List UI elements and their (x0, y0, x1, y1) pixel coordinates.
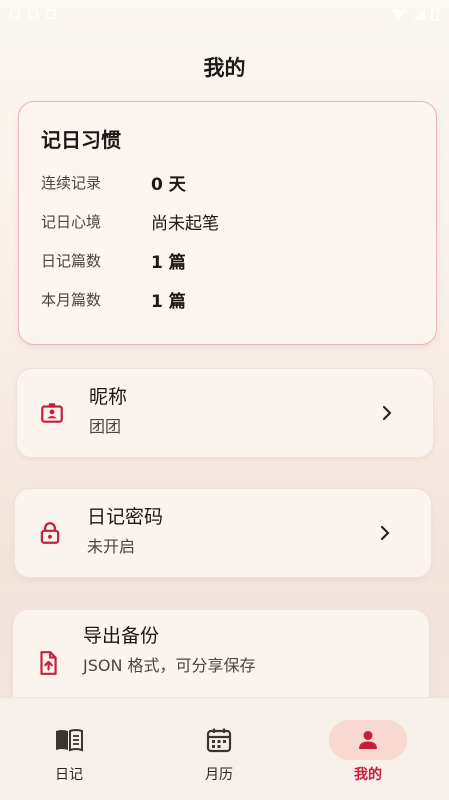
nickname-item[interactable]: 昵称 团团 (16, 368, 434, 458)
nav-tab-calendar[interactable]: 月历 (144, 698, 294, 800)
wifi-icon (391, 8, 407, 20)
stat-value: 1 篇 (151, 253, 186, 273)
stat-label: 本月篇数 (41, 291, 102, 309)
nav-icon-wrap (180, 720, 258, 760)
stat-row-total: 日记篇数 1 篇 (41, 248, 186, 273)
stat-label: 日记篇数 (41, 252, 102, 270)
nav-icon-wrap (329, 720, 407, 760)
nav-label: 日记 (55, 767, 83, 783)
notification-icon (46, 9, 56, 19)
chevron-right-icon (380, 525, 390, 541)
id-badge-icon (41, 403, 63, 423)
password-status: 未开启 (87, 537, 136, 556)
notification-icon (28, 9, 38, 19)
nav-tab-profile[interactable]: 我的 (293, 698, 443, 800)
password-text: 日记密码 未开启 (87, 505, 163, 557)
export-backup-item[interactable]: 导出备份 JSON 格式，可分享保存 (12, 609, 430, 709)
status-right (391, 7, 439, 21)
stat-label: 连续记录 (41, 174, 102, 192)
nav-tab-diary[interactable]: 日记 (0, 698, 144, 800)
book-icon (56, 729, 83, 752)
diary-password-item[interactable]: 日记密码 未开启 (14, 488, 432, 578)
stat-label: 记日心境 (41, 213, 102, 231)
stat-row-mood: 记日心境 尚未起笔 (41, 209, 219, 234)
password-title: 日记密码 (87, 506, 164, 528)
nav-icon-wrap (30, 720, 108, 760)
chevron-right-icon (382, 405, 392, 421)
nav-label: 月历 (205, 767, 233, 783)
person-icon (359, 731, 377, 749)
stat-value: 1 篇 (151, 292, 186, 312)
export-description: JSON 格式，可分享保存 (83, 656, 256, 675)
stat-row-month: 本月篇数 1 篇 (41, 287, 186, 312)
notification-icon (10, 9, 20, 19)
habit-title: 记日习惯 (41, 128, 121, 152)
page-title: 我的 (203, 56, 246, 80)
nickname-value: 团团 (89, 417, 122, 436)
stat-value: 尚未起笔 (151, 214, 219, 234)
nav-label: 我的 (354, 767, 382, 783)
signal-icon (413, 8, 425, 20)
export-text: 导出备份 JSON 格式，可分享保存 (83, 624, 256, 676)
lock-icon (40, 522, 60, 544)
export-title: 导出备份 (83, 625, 160, 647)
stat-value: 0 天 (151, 175, 186, 195)
nickname-title: 昵称 (89, 386, 128, 408)
battery-icon (431, 7, 439, 21)
stat-row-streak: 连续记录 0 天 (41, 170, 186, 195)
file-upload-icon (40, 651, 57, 675)
habit-card: 记日习惯 连续记录 0 天 记日心境 尚未起笔 日记篇数 1 篇 本月篇数 1 … (18, 101, 437, 345)
nickname-text: 昵称 团团 (89, 385, 127, 437)
bottom-navigation: 日记 月历 我的 (0, 697, 449, 800)
status-bar (0, 0, 449, 28)
calendar-icon (206, 728, 232, 753)
status-left (10, 9, 56, 19)
